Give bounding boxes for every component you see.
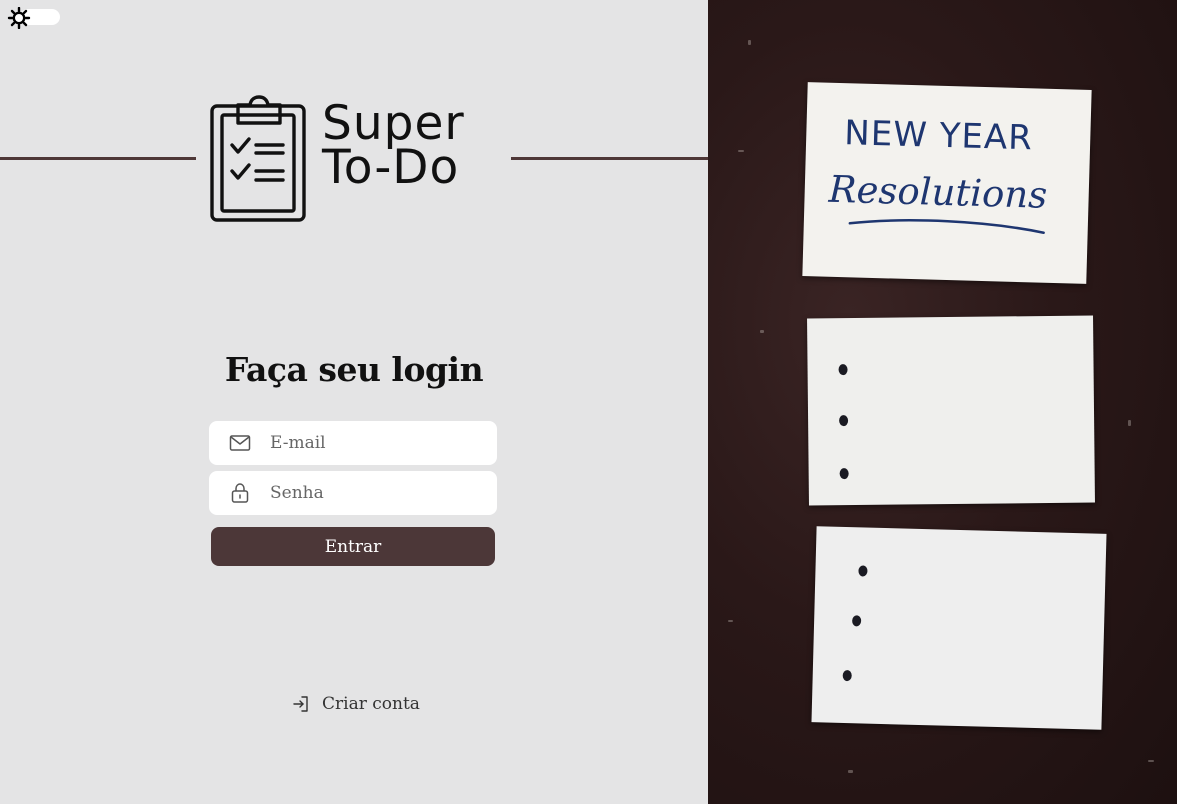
clipboard-checklist-icon <box>208 95 310 229</box>
logo-text-line2: To-Do <box>322 140 460 195</box>
wood-speck <box>748 40 751 45</box>
note-underline <box>848 219 1045 234</box>
bullet-point <box>839 415 849 427</box>
bullet-point <box>839 468 849 480</box>
resolution-note: NEW YEAR Resolutions <box>802 82 1092 284</box>
bullet-point <box>838 364 848 376</box>
logo-divider-right <box>511 157 708 160</box>
wood-speck <box>728 620 733 622</box>
wood-speck <box>738 150 744 152</box>
sign-in-arrow-icon <box>292 695 310 713</box>
create-account-label: Criar conta <box>322 694 420 714</box>
blank-note <box>807 315 1095 506</box>
mail-icon <box>229 432 251 454</box>
password-field[interactable] <box>209 471 497 515</box>
bullet-point <box>852 615 862 627</box>
app-logo: Super To-Do <box>208 95 508 225</box>
logo-text-line1: Super <box>322 96 465 151</box>
login-panel: Super To-Do Faça seu login E-mail Entrar… <box>0 0 708 804</box>
create-account-link[interactable]: Criar conta <box>292 692 420 716</box>
theme-toggle[interactable] <box>6 6 60 30</box>
hero-photo: NEW YEAR Resolutions <box>708 0 1177 804</box>
email-input[interactable] <box>270 421 485 465</box>
login-button[interactable]: Entrar <box>211 527 495 566</box>
logo-text: Super To-Do <box>322 96 465 195</box>
logo-divider-left <box>0 157 196 160</box>
bullet-point <box>842 669 852 682</box>
wood-speck <box>1128 420 1131 426</box>
wood-speck <box>1148 760 1154 762</box>
sun-icon[interactable] <box>6 6 32 30</box>
password-input[interactable] <box>270 471 485 515</box>
lock-icon <box>229 482 251 504</box>
login-page: Super To-Do Faça seu login E-mail Entrar… <box>0 0 1177 804</box>
note-headline: NEW YEAR <box>843 113 1034 159</box>
bullet-point <box>858 565 868 577</box>
wood-speck <box>848 770 853 773</box>
blank-note <box>811 526 1107 730</box>
wood-speck <box>760 330 764 333</box>
page-title: Faça seu login <box>224 350 484 389</box>
note-script: Resolutions <box>828 167 1048 217</box>
email-field[interactable] <box>209 421 497 465</box>
